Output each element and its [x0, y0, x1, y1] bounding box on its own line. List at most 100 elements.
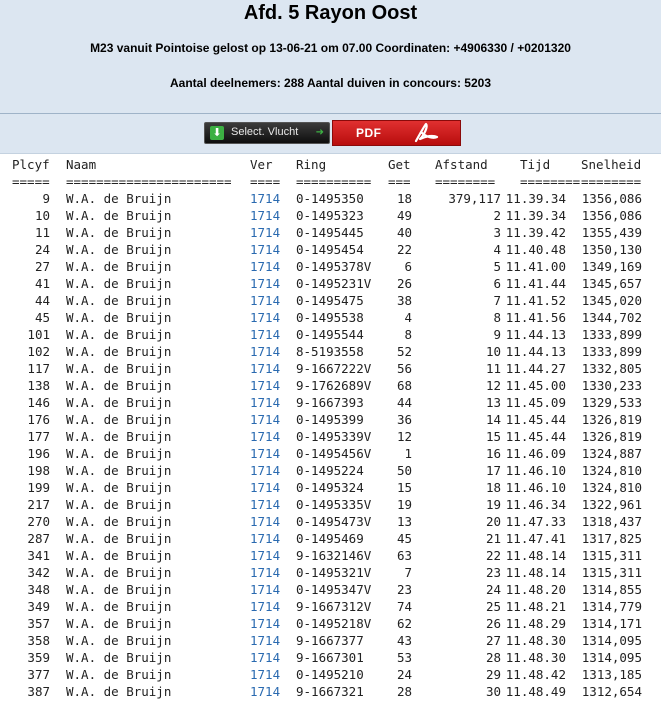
ver-link[interactable]: 1714: [250, 293, 280, 308]
cell-tijd: 11.46.10: [505, 463, 566, 478]
ver-link[interactable]: 1714: [250, 548, 280, 563]
ver-link[interactable]: 1714: [250, 633, 280, 648]
cell-get: 4: [404, 310, 412, 325]
cell-snelheid: 1333,899: [581, 344, 642, 359]
ver-link[interactable]: 1714: [250, 650, 280, 665]
column-separator: =====: [12, 174, 50, 189]
cell-get: 19: [396, 497, 412, 512]
cell-naam: W.A. de Bruijn: [66, 412, 172, 427]
cell-naam: W.A. de Bruijn: [66, 276, 172, 291]
cell-tijd: 11.41.56: [505, 310, 566, 325]
cell-tijd: 11.39.34: [505, 208, 566, 223]
cell-get: 53: [396, 650, 412, 665]
cell-plcyf: 24: [34, 242, 50, 257]
cell-afstand: 3: [493, 225, 501, 240]
cell-plcyf: 27: [34, 259, 50, 274]
cell-plcyf: 138: [27, 378, 50, 393]
ver-link[interactable]: 1714: [250, 446, 280, 461]
ver-link[interactable]: 1714: [250, 259, 280, 274]
ver-link[interactable]: 1714: [250, 599, 280, 614]
cell-plcyf: 377: [27, 667, 50, 682]
ver-link[interactable]: 1714: [250, 327, 280, 342]
cell-afstand: 22: [485, 548, 501, 563]
cell-afstand: 7: [493, 293, 501, 308]
cell-plcyf: 358: [27, 633, 50, 648]
cell-ring: 0-1495475: [296, 293, 364, 308]
cell-get: 7: [404, 565, 412, 580]
ver-link[interactable]: 1714: [250, 344, 280, 359]
ver-link[interactable]: 1714: [250, 276, 280, 291]
ver-link[interactable]: 1714: [250, 531, 280, 546]
ver-link[interactable]: 1714: [250, 361, 280, 376]
ver-link[interactable]: 1714: [250, 310, 280, 325]
cell-afstand: 6: [493, 276, 501, 291]
ver-link[interactable]: 1714: [250, 191, 280, 206]
column-header-plcyf: Plcyf: [12, 157, 50, 172]
cell-afstand: 18: [485, 480, 501, 495]
ver-link[interactable]: 1714: [250, 242, 280, 257]
column-header-snelheid: Snelheid: [581, 157, 642, 172]
cell-ring: 0-1495323: [296, 208, 364, 223]
cell-naam: W.A. de Bruijn: [66, 191, 172, 206]
column-header-naam: Naam: [66, 157, 97, 172]
cell-plcyf: 387: [27, 684, 50, 699]
cell-naam: W.A. de Bruijn: [66, 208, 172, 223]
cell-ring: 0-1495445: [296, 225, 364, 240]
report-header: Afd. 5 Rayon Oost M23 vanuit Pointoise g…: [0, 0, 661, 114]
pdf-button[interactable]: PDF: [332, 120, 461, 146]
ver-link[interactable]: 1714: [250, 497, 280, 512]
cell-ring: 0-1495321V: [296, 565, 372, 580]
cell-plcyf: 117: [27, 361, 50, 376]
column-header-ring: Ring: [296, 157, 327, 172]
ver-link[interactable]: 1714: [250, 684, 280, 699]
cell-plcyf: 176: [27, 412, 50, 427]
cell-ring: 0-1495224: [296, 463, 364, 478]
ver-link[interactable]: 1714: [250, 667, 280, 682]
column-header-tijd: Tijd: [520, 157, 551, 172]
ver-link[interactable]: 1714: [250, 565, 280, 580]
cell-snelheid: 1350,130: [581, 242, 642, 257]
cell-ring: 0-1495350: [296, 191, 364, 206]
cell-tijd: 11.46.09: [505, 446, 566, 461]
cell-naam: W.A. de Bruijn: [66, 463, 172, 478]
cell-plcyf: 357: [27, 616, 50, 631]
cell-tijd: 11.45.00: [505, 378, 566, 393]
cell-snelheid: 1314,095: [581, 633, 642, 648]
cell-afstand: 20: [485, 514, 501, 529]
cell-afstand: 15: [485, 429, 501, 444]
cell-afstand: 26: [485, 616, 501, 631]
cell-tijd: 11.48.14: [505, 548, 566, 563]
ver-link[interactable]: 1714: [250, 480, 280, 495]
ver-link[interactable]: 1714: [250, 412, 280, 427]
ver-link[interactable]: 1714: [250, 463, 280, 478]
cell-tijd: 11.48.14: [505, 565, 566, 580]
cell-get: 62: [396, 616, 412, 631]
cell-ring: 0-1495210: [296, 667, 364, 682]
cell-naam: W.A. de Bruijn: [66, 514, 172, 529]
cell-afstand: 8: [493, 310, 501, 325]
ver-link[interactable]: 1714: [250, 582, 280, 597]
ver-link[interactable]: 1714: [250, 616, 280, 631]
column-header-afstand: Afstand: [435, 157, 488, 172]
cell-naam: W.A. de Bruijn: [66, 310, 172, 325]
cell-plcyf: 196: [27, 446, 50, 461]
cell-tijd: 11.41.44: [505, 276, 566, 291]
cell-tijd: 11.45.09: [505, 395, 566, 410]
race-info: M23 vanuit Pointoise gelost op 13-06-21 …: [90, 41, 571, 55]
select-flight-button[interactable]: ⬇ Select. Vlucht ➜: [204, 122, 330, 144]
ver-link[interactable]: 1714: [250, 208, 280, 223]
cell-get: 15: [396, 480, 412, 495]
cell-naam: W.A. de Bruijn: [66, 650, 172, 665]
cell-snelheid: 1314,171: [581, 616, 642, 631]
cell-ring: 0-1495335V: [296, 497, 372, 512]
cell-plcyf: 287: [27, 531, 50, 546]
ver-link[interactable]: 1714: [250, 395, 280, 410]
ver-link[interactable]: 1714: [250, 429, 280, 444]
ver-link[interactable]: 1714: [250, 514, 280, 529]
cell-snelheid: 1312,654: [581, 684, 642, 699]
cell-snelheid: 1314,779: [581, 599, 642, 614]
ver-link[interactable]: 1714: [250, 225, 280, 240]
ver-link[interactable]: 1714: [250, 378, 280, 393]
cell-afstand: 14: [485, 412, 501, 427]
cell-get: 74: [396, 599, 412, 614]
